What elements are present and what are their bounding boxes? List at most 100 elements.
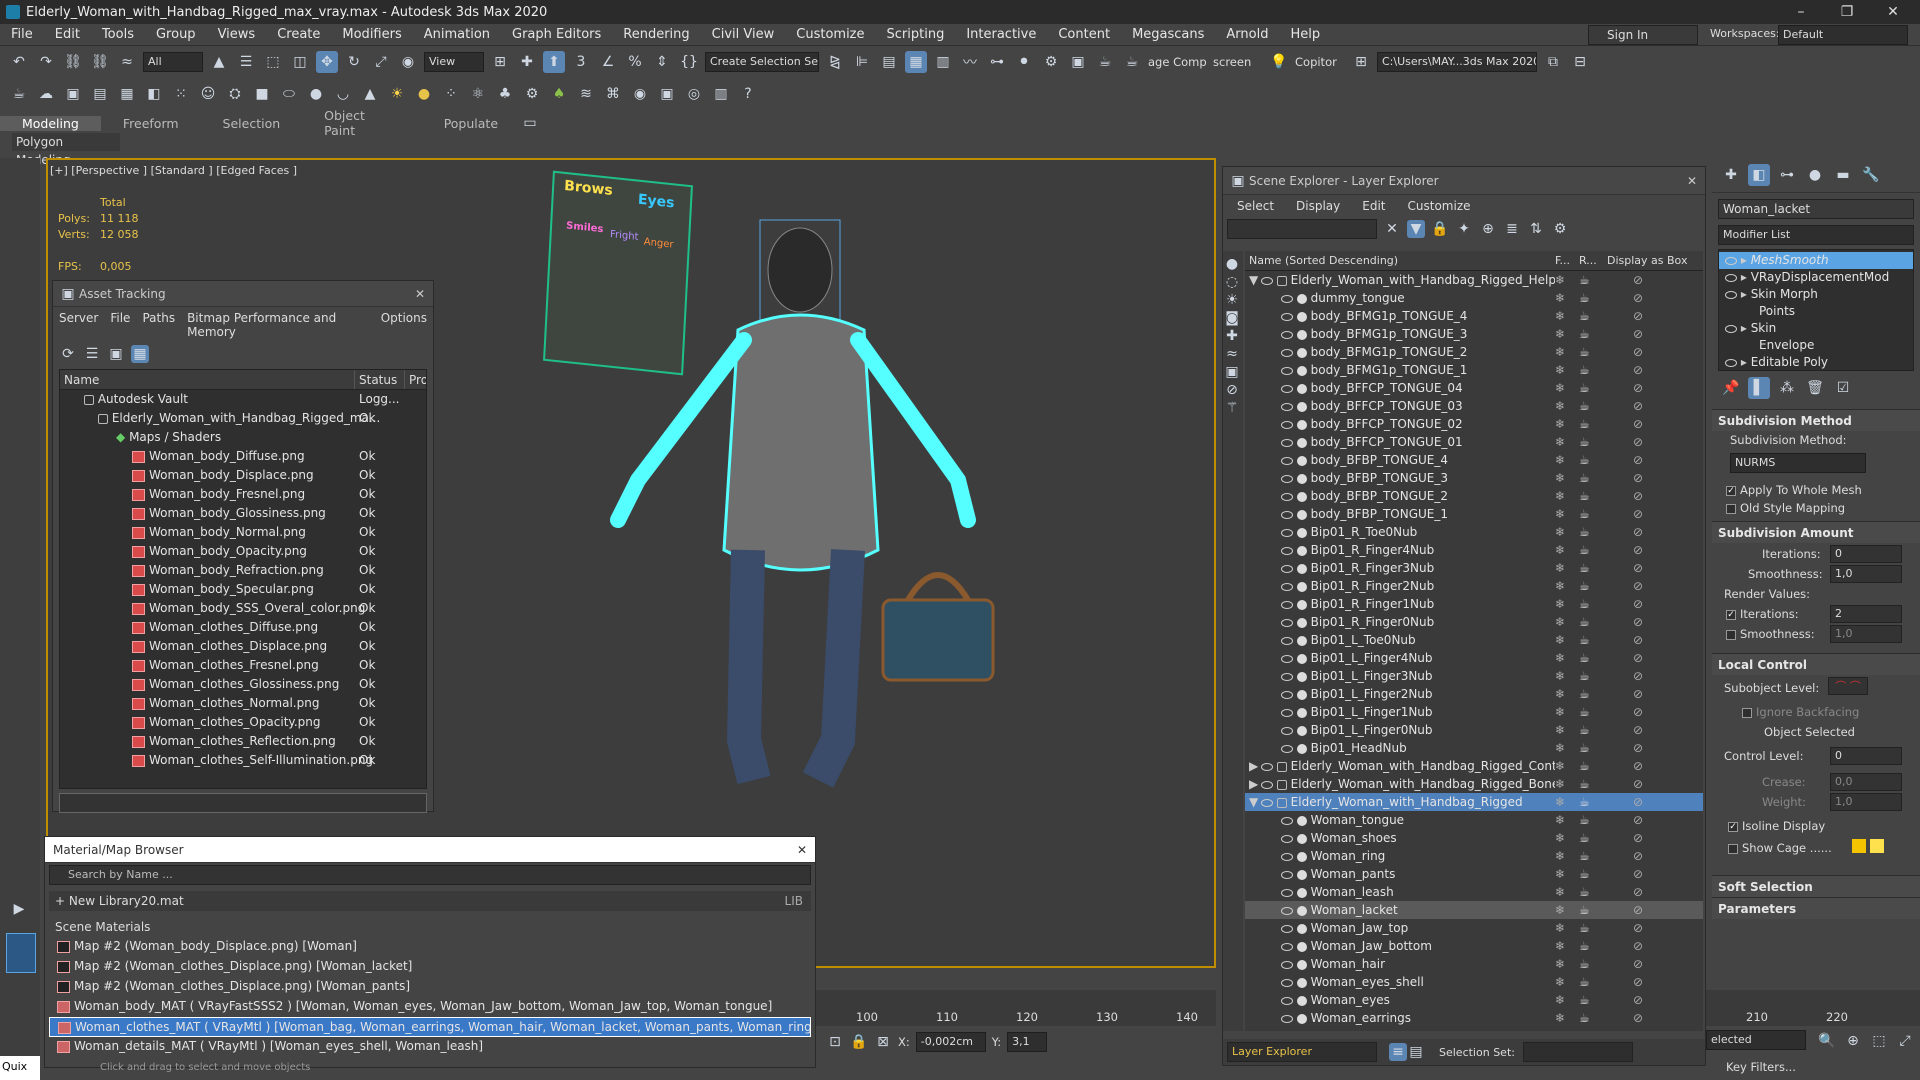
table-view-icon[interactable]: ▦ — [131, 345, 149, 363]
display-as-box-icon[interactable]: ⊘ — [1603, 433, 1693, 451]
modifier-toggle-icon[interactable] — [1725, 358, 1737, 367]
asset-row[interactable]: Woman_clothes_Glossiness.png Ok — [60, 675, 426, 694]
rect-select-icon[interactable]: ⬚ — [262, 51, 284, 73]
light-bulb-icon[interactable]: 💡 — [1268, 51, 1290, 73]
asset-row[interactable]: Woman_body_Glossiness.png Ok — [60, 504, 426, 523]
display-as-box-icon[interactable]: ⊘ — [1603, 613, 1693, 631]
display-as-box-icon[interactable]: ⊘ — [1603, 955, 1693, 973]
menu-civil-view[interactable]: Civil View — [701, 24, 786, 46]
frame-buffer-icon[interactable]: ▣ — [656, 83, 678, 105]
iterations-spinner[interactable]: 0 — [1830, 545, 1902, 563]
freeze-snowflake-icon[interactable]: ❄ — [1555, 811, 1579, 829]
asset-row-maps[interactable]: ◆ Maps / Shaders — [60, 428, 426, 447]
render-teapot-icon[interactable]: ☕ — [1579, 973, 1603, 991]
rotate-icon[interactable]: ↻ — [343, 51, 365, 73]
render-teapot-icon[interactable]: ☕ — [1579, 289, 1603, 307]
display-as-box-icon[interactable]: ⊘ — [1603, 1009, 1693, 1027]
move-icon[interactable]: ✥ — [316, 51, 338, 73]
scene-tree-row[interactable]: Woman_lacket ❄ ☕ ⊘ — [1245, 901, 1703, 919]
render-teapot-icon[interactable]: ☕ — [1579, 649, 1603, 667]
display-as-box-icon[interactable]: ⊘ — [1603, 541, 1693, 559]
display-as-box-icon[interactable]: ⊘ — [1603, 991, 1693, 1009]
select-manipulate-icon[interactable]: ✚ — [516, 51, 538, 73]
visibility-eye-icon[interactable] — [1281, 942, 1293, 951]
visibility-eye-icon[interactable] — [1281, 330, 1293, 339]
freeze-snowflake-icon[interactable]: ❄ — [1555, 361, 1579, 379]
render-teapot-icon[interactable]: ☕ — [1579, 901, 1603, 919]
render-teapot-icon[interactable]: ☕ — [1579, 469, 1603, 487]
molecule-icon[interactable]: ⚛ — [467, 83, 489, 105]
tab-object-paint[interactable]: Object Paint — [302, 108, 422, 138]
render-teapot-icon[interactable]: ☕ — [1579, 487, 1603, 505]
refresh-icon[interactable]: ⟳ — [59, 345, 77, 363]
grid-icon[interactable]: ⊞ — [1350, 51, 1372, 73]
scene-tree-row[interactable]: body_BFFCP_TONGUE_01 ❄ ☕ ⊘ — [1245, 433, 1703, 451]
cloud-icon[interactable]: ☁ — [35, 83, 57, 105]
scale-icon[interactable]: ⤢ — [370, 51, 392, 73]
timeline[interactable]: 100 110 120 130 140 — [816, 990, 1216, 1026]
layer-manager-icon[interactable]: ▤ — [1407, 1043, 1425, 1061]
display-as-box-icon[interactable]: ⊘ — [1603, 865, 1693, 883]
scene-tree-row[interactable]: Bip01_R_Toe0Nub ❄ ☕ ⊘ — [1245, 523, 1703, 541]
asset-row[interactable]: Woman_body_SSS_Overal_color.png Ok — [60, 599, 426, 618]
viewport-layout-icon[interactable] — [6, 933, 36, 973]
asset-menu-paths[interactable]: Paths — [142, 311, 175, 339]
freeze-snowflake-icon[interactable]: ❄ — [1555, 613, 1579, 631]
layer-controllers[interactable]: ▶ Elderly_Woman_with_Handbag_Rigged_Cont… — [1245, 757, 1703, 775]
asset-row[interactable]: Woman_clothes_Fresnel.png Ok — [60, 656, 426, 675]
freeze-snowflake-icon[interactable]: ❄ — [1555, 829, 1579, 847]
freeze-snowflake-icon[interactable]: ❄ — [1555, 379, 1579, 397]
menu-animation[interactable]: Animation — [413, 24, 501, 46]
play-icon[interactable]: ▶ — [8, 898, 30, 920]
menu-file[interactable]: File — [0, 24, 44, 46]
subdivision-method-rollout[interactable]: Subdivision Method — [1712, 409, 1920, 431]
asset-row[interactable]: Woman_body_Refraction.png Ok — [60, 561, 426, 580]
visibility-eye-icon[interactable] — [1281, 528, 1293, 537]
scene-tree-row[interactable]: body_BFFCP_TONGUE_03 ❄ ☕ ⊘ — [1245, 397, 1703, 415]
col-display-as-box[interactable]: Display as Box — [1603, 251, 1693, 270]
layer-bones[interactable]: ▶ Elderly_Woman_with_Handbag_Rigged_Bone… — [1245, 775, 1703, 793]
render-teapot-icon[interactable]: ☕ — [1579, 883, 1603, 901]
scene-tree-row[interactable]: Bip01_L_Finger0Nub ❄ ☕ ⊘ — [1245, 721, 1703, 739]
render-teapot-icon[interactable]: ☕ — [1579, 343, 1603, 361]
col-freeze[interactable]: F... — [1555, 251, 1579, 270]
render-teapot-icon[interactable]: ☕ — [1579, 379, 1603, 397]
visibility-eye-icon[interactable] — [1281, 852, 1293, 861]
layer-rigged[interactable]: ▼ Elderly_Woman_with_Handbag_Rigged ❄ ☕ ⊘ — [1245, 793, 1703, 811]
freeze-snowflake-icon[interactable]: ❄ — [1555, 325, 1579, 343]
scene-tree-row[interactable]: body_BFBP_TONGUE_4 ❄ ☕ ⊘ — [1245, 451, 1703, 469]
cage-color-swatch-2[interactable] — [1870, 839, 1884, 853]
freeze-snowflake-icon[interactable]: ❄ — [1555, 667, 1579, 685]
display-xrefs-icon[interactable]: ⊘ — [1223, 381, 1241, 399]
display-as-box-icon[interactable]: ⊘ — [1603, 847, 1693, 865]
material-browser-close-button[interactable]: ✕ — [797, 843, 807, 857]
freeze-snowflake-icon[interactable]: ❄ — [1555, 577, 1579, 595]
display-as-box-icon[interactable]: ⊘ — [1603, 883, 1693, 901]
material-list-item[interactable]: Map #2 (Woman_body_Displace.png) [Woman] — [49, 937, 811, 957]
display-as-box-icon[interactable]: ⊘ — [1603, 361, 1693, 379]
tab-modeling[interactable]: Modeling — [0, 115, 101, 131]
show-end-result-icon[interactable]: ▌ — [1748, 377, 1770, 399]
dots-icon[interactable]: ⁙ — [170, 83, 192, 105]
project-path-dropdown[interactable]: C:\Users\MAY...3ds Max 2020 — [1377, 52, 1537, 72]
visibility-eye-icon[interactable] — [1281, 546, 1293, 555]
visibility-eye-icon[interactable] — [1281, 744, 1293, 753]
render-teapot-icon[interactable]: ☕ — [1579, 505, 1603, 523]
old-style-mapping-checkbox[interactable]: Old Style Mapping — [1726, 501, 1845, 515]
control-level-spinner[interactable]: 0 — [1830, 747, 1902, 765]
visibility-eye-icon[interactable] — [1281, 456, 1293, 465]
sign-in-button[interactable]: Sign In — [1588, 25, 1698, 45]
rendered-frame-icon[interactable]: ▣ — [1067, 51, 1089, 73]
tree-icon[interactable]: ♣ — [494, 83, 516, 105]
display-as-box-icon[interactable]: ⊘ — [1603, 973, 1693, 991]
motion-tab-icon[interactable]: ● — [1804, 164, 1826, 186]
render-teapot-icon[interactable]: ☕ — [1579, 613, 1603, 631]
render-teapot-icon[interactable]: ☕ — [1579, 829, 1603, 847]
table-icon[interactable]: ▤ — [89, 83, 111, 105]
keyboard-shortcut-icon[interactable]: ⬆ — [543, 51, 565, 73]
smoothness-spinner[interactable]: 1,0 — [1830, 565, 1902, 583]
display-as-box-icon[interactable]: ⊘ — [1603, 379, 1693, 397]
material-browser-header[interactable]: Material/Map Browser ✕ — [45, 837, 815, 863]
tab-selection[interactable]: Selection — [201, 116, 303, 131]
render-setup-icon[interactable]: ⚙ — [1040, 51, 1062, 73]
